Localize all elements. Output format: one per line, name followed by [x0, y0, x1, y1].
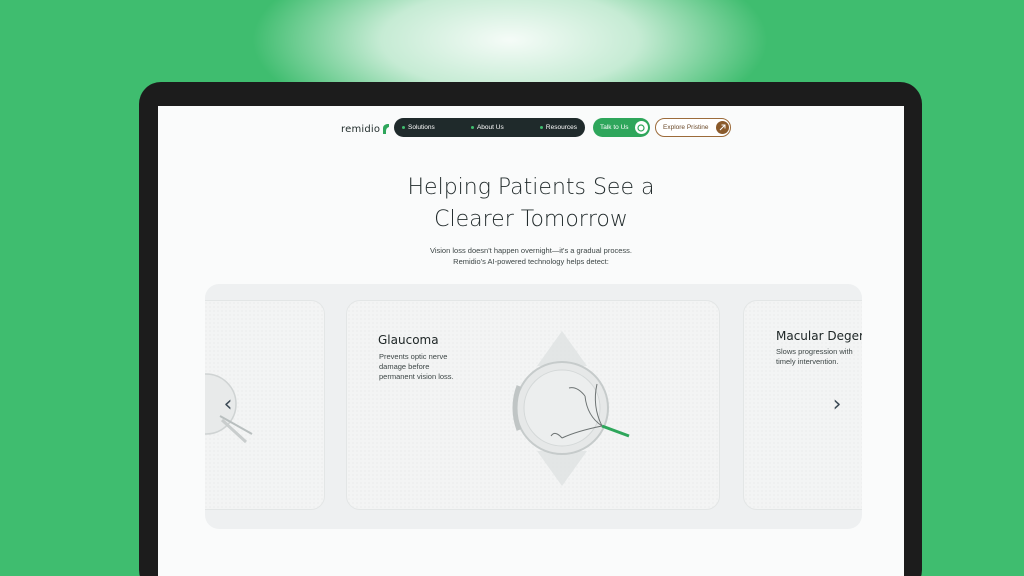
nav-item-label: Resources — [545, 124, 577, 131]
hero-title: Helping Patients See a Clearer Tomorrow — [158, 172, 904, 236]
nav-dot-icon — [539, 126, 543, 129]
hero-subtitle-line-2: Remidio's AI-powered technology helps de… — [453, 257, 609, 266]
nav-dot-icon — [402, 126, 405, 129]
card-description-line: damage before — [379, 362, 430, 371]
hero-subtitle: Vision loss doesn't happen overnight—it'… — [158, 245, 904, 267]
card-description-line: Slows progression with — [776, 347, 853, 356]
conditions-carousel: Glaucoma Prevents optic nerve damage bef… — [205, 284, 862, 529]
card-title: Glaucoma — [378, 333, 439, 347]
carousel-prev-button[interactable]: ‹ — [218, 391, 238, 417]
hero-title-line-1: Helping Patients See a — [407, 175, 655, 200]
card-description-line: timely intervention. — [776, 357, 839, 366]
nav-item-about-us[interactable]: About Us — [470, 124, 504, 131]
chat-icon — [634, 121, 648, 134]
hero-title-line-2: Clearer Tomorrow — [434, 207, 628, 232]
card-description-line: permanent vision loss. — [379, 372, 454, 381]
nav-dot-icon — [470, 126, 474, 129]
main-nav: Solutions About Us Resources — [394, 118, 585, 137]
nav-item-solutions[interactable]: Solutions — [402, 124, 435, 131]
chevron-left-icon: ‹ — [223, 391, 233, 417]
card-description: Prevents optic nerve damage before perma… — [379, 352, 454, 382]
eye-illustration-icon — [512, 331, 630, 486]
explore-pristine-button[interactable]: Explore Pristine — [655, 118, 731, 137]
carousel-next-button[interactable]: › — [827, 391, 847, 417]
brand-logo[interactable]: remidio — [341, 124, 390, 135]
brand-name: remidio — [341, 124, 381, 135]
nav-item-label: About Us — [476, 124, 504, 131]
hero-subtitle-line-1: Vision loss doesn't happen overnight—it'… — [429, 246, 632, 255]
nav-item-label: Solutions — [408, 124, 435, 131]
nav-item-resources[interactable]: Resources — [539, 124, 577, 131]
explore-pristine-label: Explore Pristine — [663, 124, 709, 131]
laptop-screen: remidio Solutions About Us Resources Tal… — [158, 106, 904, 576]
carousel-card-glaucoma[interactable]: Glaucoma Prevents optic nerve damage bef… — [346, 300, 720, 510]
leaf-logo-icon — [383, 124, 390, 134]
talk-to-us-label: Talk to Us — [600, 124, 629, 131]
talk-to-us-button[interactable]: Talk to Us — [593, 118, 650, 137]
card-description-line: Prevents optic nerve — [379, 352, 448, 361]
arrow-up-right-icon — [715, 121, 729, 134]
card-description: Slows progression with timely interventi… — [776, 347, 853, 367]
card-title: Macular Deger — [776, 329, 862, 343]
chevron-right-icon: › — [832, 391, 842, 417]
